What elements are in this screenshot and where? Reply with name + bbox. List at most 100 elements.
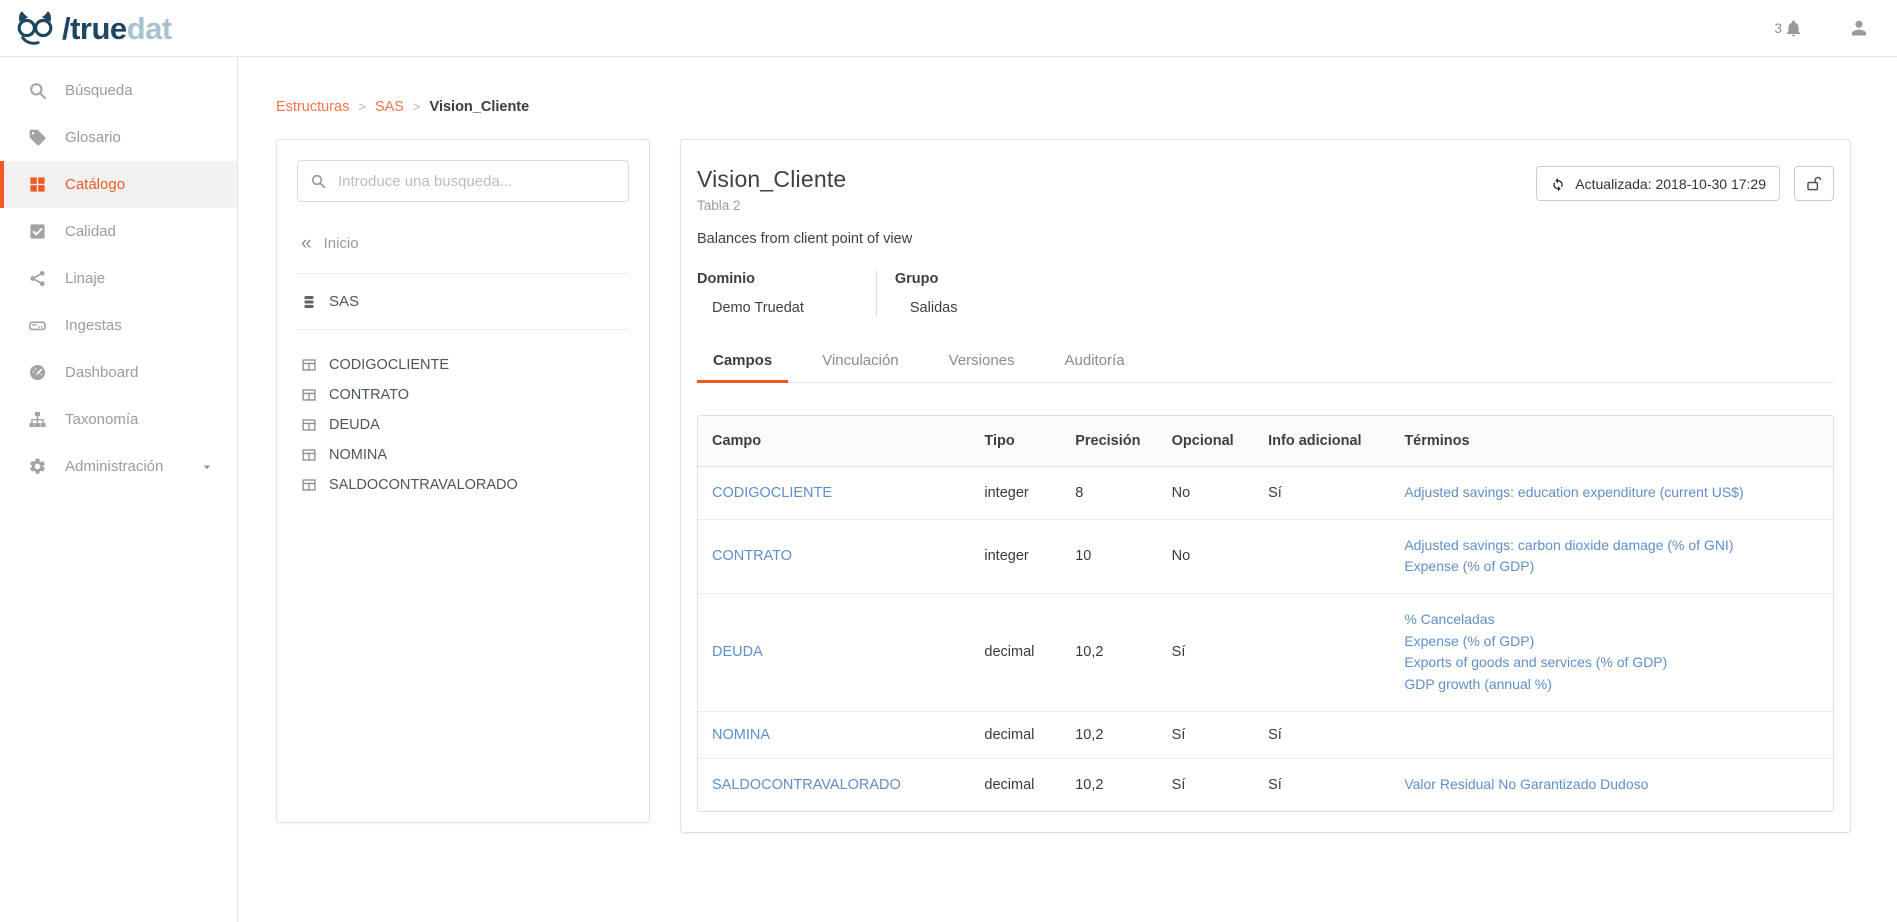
column-header-precision: Precisión: [1061, 416, 1157, 467]
gauge-icon: [28, 363, 47, 382]
cell-tipo: integer: [970, 519, 1061, 593]
refresh-icon: [1550, 176, 1566, 192]
sidebar-item-glosario[interactable]: Glosario: [0, 114, 237, 161]
field-link-deuda[interactable]: DEUDA: [712, 644, 763, 660]
tree-item-contrato[interactable]: CONTRATO: [297, 380, 629, 410]
column-header-info-adicional: Info adicional: [1254, 416, 1390, 467]
term-link[interactable]: GDP growth (annual %): [1404, 674, 1819, 696]
breadcrumb-separator: >: [413, 99, 421, 114]
metadata-label: Grupo: [895, 271, 958, 287]
structure-detail-panel: Vision_Cliente Tabla 2 Actualizada: 2018…: [680, 139, 1851, 833]
term-link[interactable]: Expense (% of GDP): [1404, 631, 1819, 653]
term-link[interactable]: Exports of goods and services (% of GDP): [1404, 652, 1819, 674]
tab-versiones[interactable]: Versiones: [933, 342, 1031, 383]
metadata-block: DominioDemo TruedatGrupoSalidas: [697, 271, 1834, 316]
sitemap-icon: [28, 410, 47, 429]
tree-item-deuda[interactable]: DEUDA: [297, 410, 629, 440]
fields-table-header-row: CampoTipoPrecisiónOpcionalInfo adicional…: [698, 416, 1833, 467]
table-icon: [301, 387, 317, 403]
cell-opcional: No: [1158, 467, 1254, 520]
tree-item-nomina[interactable]: NOMINA: [297, 440, 629, 470]
sidebar-item-label: Ingestas: [65, 317, 122, 334]
column-header-opcional: Opcional: [1158, 416, 1254, 467]
share-icon: [28, 269, 47, 288]
refresh-updated-button[interactable]: Actualizada: 2018-10-30 17:29: [1536, 166, 1780, 201]
field-link-nomina[interactable]: NOMINA: [712, 727, 770, 743]
tree-item-codigocliente[interactable]: CODIGOCLIENTE: [297, 350, 629, 380]
lock-toggle-button[interactable]: [1794, 166, 1834, 201]
structure-description: Balances from client point of view: [697, 231, 1834, 247]
metadata-item-dominio: Dominio Demo Truedat: [697, 271, 877, 316]
cell-precision: 10,2: [1061, 711, 1157, 758]
term-link[interactable]: Adjusted savings: education expenditure …: [1404, 482, 1819, 504]
term-link[interactable]: % Canceladas: [1404, 609, 1819, 631]
page-subtitle: Tabla 2: [697, 198, 846, 213]
metadata-value: Demo Truedat: [697, 300, 804, 316]
sidebar-item-calidad[interactable]: Calidad: [0, 208, 237, 255]
column-header-terminos: Términos: [1390, 416, 1833, 467]
cell-tipo: decimal: [970, 758, 1061, 810]
cell-opcional: Sí: [1158, 758, 1254, 810]
sidebar-item-taxonomia[interactable]: Taxonomía: [0, 396, 237, 443]
notifications-count: 3: [1774, 21, 1782, 36]
caret-down-icon: [199, 459, 215, 475]
detail-actions: Actualizada: 2018-10-30 17:29: [1536, 166, 1834, 201]
breadcrumb-item-sas[interactable]: SAS: [375, 99, 404, 115]
cell-terminos: % CanceladasExpense (% of GDP)Exports of…: [1390, 594, 1833, 712]
cell-campo: CONTRATO: [698, 519, 970, 593]
cell-precision: 10,2: [1061, 758, 1157, 810]
tags-icon: [28, 128, 47, 147]
tree-item-label: DEUDA: [329, 417, 380, 433]
sidebar-item-dashboard[interactable]: Dashboard: [0, 349, 237, 396]
tree-search-input[interactable]: [297, 160, 629, 202]
sidebar-item-label: Taxonomía: [65, 411, 138, 428]
sidebar-nav: BúsquedaGlosarioCatálogoCalidadLinaje Ing…: [0, 57, 238, 922]
field-link-contrato[interactable]: CONTRATO: [712, 548, 792, 564]
field-link-codigocliente[interactable]: CODIGOCLIENTE: [712, 485, 832, 501]
term-link[interactable]: Expense (% of GDP): [1404, 556, 1819, 578]
user-icon[interactable]: [1849, 18, 1869, 38]
truedat-logo[interactable]: /truedat: [14, 9, 172, 47]
field-link-saldocontravalorado[interactable]: SALDOCONTRAVALORADO: [712, 777, 901, 793]
column-header-campo: Campo: [698, 416, 970, 467]
tab-auditoria[interactable]: Auditoría: [1049, 342, 1141, 383]
tab-vinculacion[interactable]: Vinculación: [806, 342, 914, 383]
tab-campos[interactable]: Campos: [697, 342, 788, 383]
tree-item-label: CODIGOCLIENTE: [329, 357, 449, 373]
brand-primary: /true: [62, 11, 127, 46]
tree-back-button[interactable]: « Inicio: [297, 224, 629, 274]
breadcrumb-item-estructuras[interactable]: Estructuras: [276, 99, 349, 115]
sidebar-item-administracion[interactable]: Administración: [0, 443, 237, 490]
metadata-label: Dominio: [697, 271, 804, 287]
cell-terminos: Adjusted savings: education expenditure …: [1390, 467, 1833, 520]
field-row-nomina: NOMINAdecimal10,2SíSí: [698, 711, 1833, 758]
top-bar: /truedat 3: [0, 0, 1897, 56]
term-link[interactable]: Adjusted savings: carbon dioxide damage …: [1404, 535, 1819, 557]
term-link[interactable]: Valor Residual No Garantizado Dudoso: [1404, 774, 1819, 796]
sidebar-item-catalogo[interactable]: Catálogo: [0, 161, 237, 208]
tree-back-label: Inicio: [324, 235, 359, 252]
tree-item-label: SALDOCONTRAVALORADO: [329, 477, 518, 493]
sidebar-item-linaje[interactable]: Linaje: [0, 255, 237, 302]
unlock-icon: [1805, 175, 1823, 193]
drive-icon: [28, 316, 47, 335]
database-icon: [301, 294, 317, 310]
sidebar-item-busqueda[interactable]: Búsqueda: [0, 67, 237, 114]
table-icon: [301, 447, 317, 463]
cell-campo: SALDOCONTRAVALORADO: [698, 758, 970, 810]
check-square-icon: [28, 222, 47, 241]
tree-item-saldocontravalorado[interactable]: SALDOCONTRAVALORADO: [297, 470, 629, 500]
owl-logo-icon: [14, 9, 56, 47]
cell-opcional: Sí: [1158, 711, 1254, 758]
cell-tipo: integer: [970, 467, 1061, 520]
sidebar-item-ingestas[interactable]: Ingestas: [0, 302, 237, 349]
tree-table-list: CODIGOCLIENTE CONTRATO DEUDA NOMINA SALDOCON…: [297, 350, 629, 500]
top-actions: 3: [1774, 18, 1869, 38]
cell-tipo: decimal: [970, 711, 1061, 758]
field-row-contrato: CONTRATOinteger10NoAdjusted savings: car…: [698, 519, 1833, 593]
tree-system-sas[interactable]: SAS: [297, 274, 629, 330]
sidebar-item-label: Administración: [65, 458, 163, 475]
cell-campo: DEUDA: [698, 594, 970, 712]
notifications-button[interactable]: 3: [1774, 19, 1803, 38]
main-layout: BúsquedaGlosarioCatálogoCalidadLinaje Ing…: [0, 56, 1897, 922]
